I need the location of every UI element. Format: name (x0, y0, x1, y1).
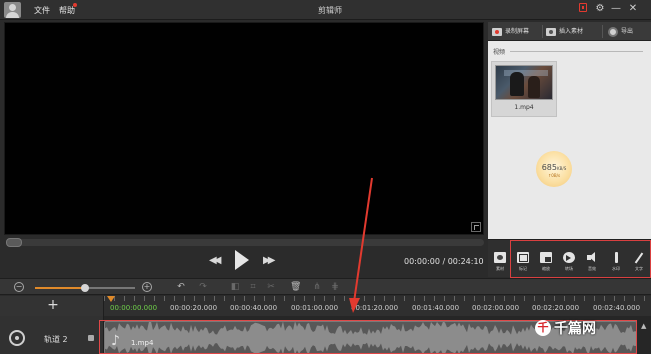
video-preview[interactable] (4, 22, 484, 235)
play-icon[interactable] (235, 250, 249, 270)
divider (510, 51, 643, 52)
gear-icon[interactable]: ⚙ (593, 2, 607, 16)
title-bar: 文件 帮助 剪辑师 ⚙ — ✕ (0, 0, 651, 20)
media-panel: 录制屏幕 插入素材 导出 视频 1.mp4 685KB/S ↑0B/s 素材 标… (488, 22, 651, 278)
notification-dot (73, 3, 77, 7)
total-time: 00:24:10 (447, 257, 484, 266)
cut-icon[interactable]: ✂ (266, 282, 276, 292)
tick-label: 00:00:20.000 (170, 304, 218, 312)
tick-marks (104, 296, 651, 301)
watermark-logo: 千 (535, 320, 551, 336)
delete-icon[interactable]: 🗑 (290, 282, 301, 292)
crop-icon[interactable]: ⌗ (248, 282, 258, 292)
watermark-text: 千篇网 (554, 321, 596, 337)
tool-strip: 素材 标记 缩放 转场 音效 水印 文字 (488, 239, 651, 278)
tick-label: 00:02:40.000 (593, 304, 641, 312)
close-icon[interactable]: ✕ (626, 2, 640, 16)
record-icon (492, 27, 502, 36)
user-avatar[interactable] (4, 2, 21, 18)
detach-audio-icon[interactable]: ⋔ (312, 282, 322, 292)
camera-icon (494, 252, 506, 263)
tab-record-screen[interactable]: 录制屏幕 (492, 22, 529, 41)
speed-number: 685 (541, 163, 557, 172)
add-track-button[interactable]: + (46, 298, 60, 312)
tool-material[interactable]: 素材 (490, 252, 510, 274)
tick-label: 00:02:00.000 (472, 304, 520, 312)
tick-label: 00:01:40.000 (412, 304, 460, 312)
current-time: 00:00:00 (404, 257, 440, 266)
menu-file[interactable]: 文件 (34, 5, 50, 16)
fullscreen-icon[interactable] (471, 222, 481, 232)
speed-value: 685KB/S (536, 163, 572, 172)
split-icon[interactable]: ◧ (230, 282, 240, 292)
tab-label: 插入素材 (559, 28, 584, 35)
media-item-name: 1.mp4 (514, 104, 534, 111)
zoom-slider-fill (35, 287, 85, 289)
camera-icon (546, 27, 556, 36)
track-header: 轨道 2 (0, 316, 104, 354)
site-watermark: 千千篇网 (535, 318, 596, 338)
tool-label: 素材 (496, 266, 504, 271)
tick-label: 00:00:40.000 (230, 304, 278, 312)
ruler-header: + (0, 296, 104, 316)
media-library: 视频 1.mp4 685KB/S ↑0B/s (488, 41, 651, 239)
redo-icon[interactable]: ↷ (198, 282, 208, 292)
media-item[interactable]: 1.mp4 (491, 61, 557, 117)
film-reel-icon (9, 330, 25, 346)
preview-scrubber[interactable] (6, 238, 484, 247)
annotation-outline (510, 240, 651, 278)
track-label: 轨道 2 (44, 335, 68, 344)
playhead-marker[interactable] (107, 296, 115, 302)
timeline-ruler[interactable]: + 00:00:00.000 00:00:20.000 00:00:40.000… (0, 296, 651, 316)
tick-label: 00:01:20.000 (351, 304, 399, 312)
tab-label: 录制屏幕 (505, 28, 530, 35)
zoom-out-icon[interactable]: − (14, 282, 24, 292)
lock-icon[interactable] (88, 335, 94, 341)
app-title: 剪辑师 (318, 6, 342, 15)
scrubber-handle[interactable] (6, 238, 22, 247)
tab-label: 导出 (621, 28, 634, 35)
playback-controls: ◀◀ ▶▶ 00:00:00 / 00:24:10 (4, 247, 484, 277)
ruler-track[interactable]: 00:00:00.000 00:00:20.000 00:00:40.000 0… (104, 296, 651, 316)
film-reel-icon (608, 26, 618, 37)
minimize-icon[interactable]: — (609, 2, 623, 16)
time-separator: / (439, 257, 448, 266)
rewind-icon[interactable]: ◀◀ (209, 255, 222, 266)
undo-icon[interactable]: ↶ (176, 282, 186, 292)
fast-forward-icon[interactable]: ▶▶ (263, 255, 276, 266)
scroll-up-icon[interactable]: ▲ (641, 322, 649, 330)
media-thumbnail (495, 65, 553, 100)
tab-insert-material[interactable]: 插入素材 (546, 22, 583, 41)
panel-tabs: 录制屏幕 插入素材 导出 (488, 22, 651, 41)
merge-icon[interactable]: ⋕ (330, 282, 340, 292)
media-category-label: 视频 (493, 49, 506, 56)
tab-export[interactable]: 导出 (608, 22, 633, 41)
update-icon[interactable] (579, 3, 587, 12)
network-speed-badge: 685KB/S ↑0B/s (536, 151, 572, 187)
menu-help[interactable]: 帮助 (59, 5, 75, 16)
zoom-slider-handle[interactable] (81, 284, 89, 292)
zoom-in-icon[interactable]: + (142, 282, 152, 292)
tick-label: 00:00:00.000 (110, 304, 158, 312)
speed-unit: KB/S (557, 166, 567, 171)
time-display: 00:00:00 / 00:24:10 (404, 257, 484, 266)
tick-label: 00:02:20.000 (532, 304, 580, 312)
zoom-slider[interactable] (35, 284, 135, 292)
tick-label: 00:01:00.000 (291, 304, 339, 312)
speed-upload: ↑0B/s (547, 173, 561, 178)
timeline-toolbar: − + ↶ ↷ ◧ ⌗ ✂ 🗑 ⋔ ⋕ (0, 278, 651, 295)
